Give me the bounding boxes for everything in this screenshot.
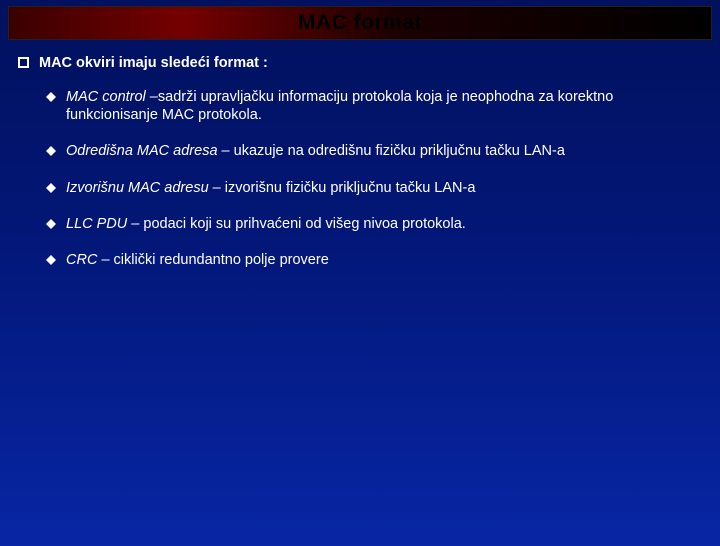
list-item: Izvorišnu MAC adresu – izvorišnu fizičku… xyxy=(46,179,702,197)
list-item: Odredišna MAC adresa – ukazuje na odredi… xyxy=(46,142,702,160)
title-bar: MAC format xyxy=(8,6,712,40)
desc: podaci koji su prihvaćeni od višeg nivoa… xyxy=(143,216,465,232)
list-item-text: Odredišna MAC adresa – ukazuje na odredi… xyxy=(66,142,565,160)
desc: izvorišnu fizičku priključnu tačku LAN-a xyxy=(225,180,476,196)
slide: MAC format MAC okviri imaju sledeći form… xyxy=(0,6,720,546)
slide-title: MAC format xyxy=(298,11,422,35)
square-bullet-icon xyxy=(18,57,29,68)
term: Odredišna MAC adresa – xyxy=(66,143,234,159)
diamond-bullet-icon xyxy=(46,146,56,156)
list-item-text: CRC – ciklički redundantno polje provere xyxy=(66,251,329,269)
list-item: LLC PDU – podaci koji su prihvaćeni od v… xyxy=(46,215,702,233)
desc: ukazuje na odredišnu fizičku priključnu … xyxy=(234,143,565,159)
list-item-text: MAC control –sadrži upravljačku informac… xyxy=(66,88,702,124)
diamond-bullet-icon xyxy=(46,255,56,265)
diamond-bullet-icon xyxy=(46,183,56,193)
diamond-bullet-icon xyxy=(46,219,56,229)
heading-text: MAC okviri imaju sledeći format : xyxy=(39,54,268,72)
term: LLC PDU – xyxy=(66,216,143,232)
list-item-text: Izvorišnu MAC adresu – izvorišnu fizičku… xyxy=(66,179,475,197)
heading-row: MAC okviri imaju sledeći format : xyxy=(18,54,702,72)
diamond-bullet-icon xyxy=(46,92,56,102)
desc: ciklički redundantno polje provere xyxy=(114,252,329,268)
slide-content: MAC okviri imaju sledeći format : MAC co… xyxy=(0,40,720,269)
term: CRC – xyxy=(66,252,114,268)
list-item: CRC – ciklički redundantno polje provere xyxy=(46,251,702,269)
list-item-text: LLC PDU – podaci koji su prihvaćeni od v… xyxy=(66,215,466,233)
term: Izvorišnu MAC adresu – xyxy=(66,180,225,196)
term: MAC control – xyxy=(66,89,158,105)
list-item: MAC control –sadrži upravljačku informac… xyxy=(46,88,702,124)
